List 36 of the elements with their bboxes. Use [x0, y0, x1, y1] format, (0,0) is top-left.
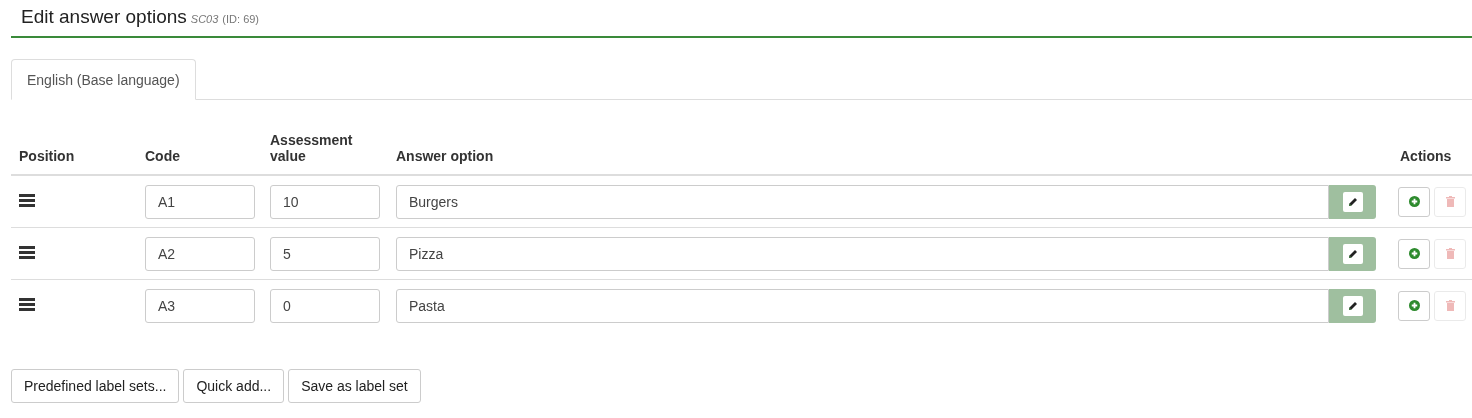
- assessment-field[interactable]: 5: [270, 236, 380, 271]
- column-header: Answer option: [395, 148, 495, 164]
- drag-handle-icon[interactable]: [19, 193, 35, 207]
- plus-circle-icon: [1408, 300, 1420, 311]
- plus-circle-icon: [1408, 248, 1420, 259]
- action-button[interactable]: Save as label set: [288, 369, 421, 403]
- plus-circle-icon: [1408, 196, 1420, 207]
- pencil-icon: [1347, 300, 1358, 311]
- page-title: Edit answer options: [21, 6, 187, 28]
- code-field[interactable]: A3: [145, 288, 255, 323]
- trash-icon: [1445, 248, 1455, 259]
- column-header: Code: [144, 148, 181, 164]
- question-id: (ID: 69): [222, 13, 260, 25]
- trash-icon: [1445, 196, 1455, 207]
- answer-field[interactable]: Pasta: [396, 288, 1329, 323]
- column-header: Actions: [1399, 148, 1453, 164]
- code-field[interactable]: A1: [145, 184, 255, 219]
- action-button[interactable]: Quick add...: [183, 369, 285, 403]
- column-header: Position: [18, 148, 76, 164]
- pencil-icon: [1347, 196, 1358, 207]
- drag-handle-icon[interactable]: [19, 245, 35, 259]
- assessment-field[interactable]: 10: [270, 184, 380, 219]
- code-field[interactable]: A2: [145, 236, 255, 271]
- pencil-icon: [1347, 248, 1358, 259]
- action-button[interactable]: Predefined label sets...: [11, 369, 180, 403]
- answer-field[interactable]: Burgers: [396, 184, 1329, 219]
- column-header: Assessment value: [269, 132, 354, 164]
- assessment-field[interactable]: 0: [270, 288, 380, 323]
- drag-handle-icon[interactable]: [19, 297, 35, 311]
- trash-icon: [1445, 300, 1455, 311]
- add-button[interactable]: [1398, 186, 1430, 217]
- add-button[interactable]: [1398, 290, 1430, 321]
- question-code: SC03: [190, 13, 219, 25]
- add-button[interactable]: [1398, 238, 1430, 269]
- language-tab[interactable]: English (Base language): [11, 59, 196, 100]
- answer-field[interactable]: Pizza: [396, 236, 1329, 271]
